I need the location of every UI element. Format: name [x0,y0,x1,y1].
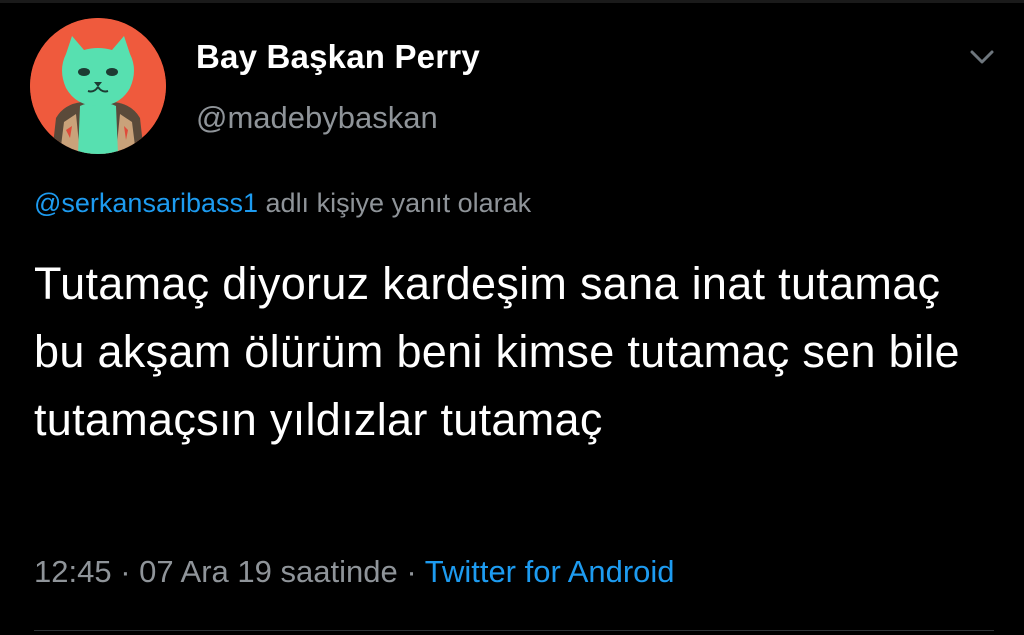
tweet-date[interactable]: 07 Ara 19 saatinde [139,554,398,589]
tweet-source-link[interactable]: Twitter for Android [425,554,675,589]
reply-mention-link[interactable]: @serkansaribass1 [34,188,258,218]
reply-context: @serkansaribass1 adlı kişiye yanıt olara… [34,188,531,219]
author-display-name[interactable]: Bay Başkan Perry [196,38,480,76]
cat-avatar-icon[interactable] [30,18,166,154]
author-handle[interactable]: @madebybaskan [196,100,438,136]
tweet-text: Tutamaç diyoruz kardeşim sana inat tutam… [34,258,960,445]
meta-separator: · [406,554,417,589]
tweet-time[interactable]: 12:45 [34,554,112,589]
top-border [0,0,1024,3]
reply-suffix: adlı kişiye yanıt olarak [265,188,532,218]
tweet-meta: 12:45 · 07 Ara 19 saatinde · Twitter for… [34,554,675,590]
chevron-down-icon[interactable] [962,42,1002,72]
tweet-card: Bay Başkan Perry @madebybaskan @serkansa… [0,0,1024,635]
bottom-divider [34,630,994,631]
meta-separator: · [120,554,131,589]
